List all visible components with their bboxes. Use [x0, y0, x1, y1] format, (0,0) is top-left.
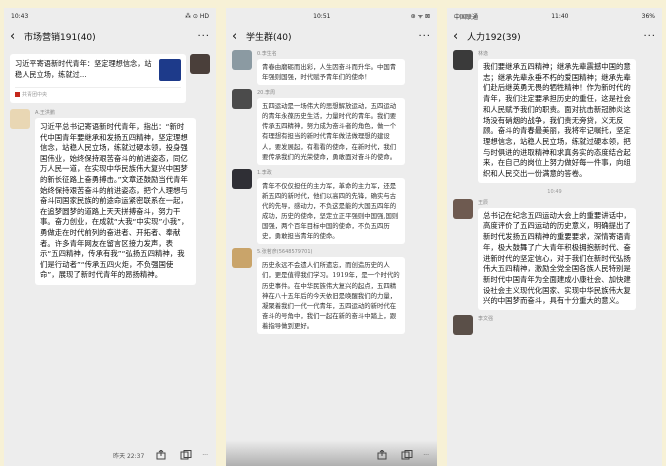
shared-article-card[interactable]: 习近平寄语新时代青年：坚定理想信念，站稳人民立场，练就过... 共青团中央: [10, 54, 186, 103]
chat-window-hr: 中国联通 11:40 36% ‹ 人力192(39) ··· 林逸 我们要继承五…: [447, 8, 662, 466]
status-icons: ⊛ ᯤ ⊠: [410, 13, 430, 20]
status-time: 11:40: [551, 12, 569, 20]
more-actions-icon[interactable]: ···: [202, 452, 208, 459]
message-bubble[interactable]: 青年不仅仅担任的主力军，革命的主力军，还是新五四的新时代，他们以高四的先锋，确实…: [257, 177, 405, 245]
more-actions-icon[interactable]: ···: [423, 452, 429, 459]
avatar[interactable]: [232, 89, 252, 110]
back-arrow-icon[interactable]: ‹: [10, 30, 24, 43]
avatar[interactable]: [232, 168, 252, 189]
sender-name: 20.李周: [257, 90, 275, 97]
avatar[interactable]: [232, 248, 252, 269]
message-bubble[interactable]: 我们要继承五四精神；继承先辈震撼中国的意志；继承先辈永垂不朽的爱国精神；继承先辈…: [478, 59, 636, 183]
avatar[interactable]: [190, 54, 210, 74]
message-bubble[interactable]: 青春由磨砺而出彩，人生因奋斗而升华。中国青年强则国强，时代赋予青年们的使命！: [257, 59, 405, 86]
message-bubble[interactable]: 历史永远不会遗人们所遗忘，而创造历史的人们，更是值得我们学习。1919年，是一个…: [257, 257, 405, 334]
status-time: 10:51: [313, 12, 331, 20]
message-bubble[interactable]: 习近平总书记寄语新时代青年，指出：“新时代中国青年要继承和发扬五四精神，坚定理想…: [35, 118, 196, 285]
copy-icon[interactable]: [401, 450, 413, 460]
avatar[interactable]: [10, 109, 30, 129]
chat-window-students: 10:51 ⊛ ᯤ ⊠ ‹ 学生群(40) ··· 0.李生名 青春由磨砺而出彩…: [226, 8, 437, 466]
sender-name: 0.李生名: [257, 51, 277, 57]
copy-icon[interactable]: [180, 450, 192, 460]
time-divider: 10:49: [547, 188, 562, 195]
status-carrier: 中国联通: [454, 13, 479, 21]
chat-title: 市场营销191(40): [24, 32, 96, 43]
article-thumbnail: [159, 59, 181, 81]
status-bar: 中国联通 11:40 36%: [447, 8, 662, 24]
back-arrow-icon[interactable]: ‹: [453, 30, 467, 43]
back-arrow-icon[interactable]: ‹: [232, 30, 246, 43]
more-options-icon[interactable]: ···: [643, 31, 656, 42]
status-signal: ⁂ ⊙ HD: [185, 12, 209, 20]
bottom-action-bar: ···: [226, 444, 437, 466]
chat-header: ‹ 学生群(40) ···: [226, 24, 437, 48]
message-time: 昨天 22:37: [113, 452, 145, 460]
bottom-action-bar: 昨天 22:37 ···: [4, 444, 216, 466]
chat-title: 人力192(39): [467, 32, 521, 43]
article-source: 共青团中央: [15, 87, 181, 98]
status-battery: 36%: [641, 12, 655, 20]
avatar[interactable]: [453, 198, 473, 219]
share-icon[interactable]: [156, 450, 168, 460]
more-options-icon[interactable]: ···: [418, 31, 431, 42]
source-logo-icon: [15, 92, 20, 97]
avatar[interactable]: [453, 50, 473, 70]
status-bar: 10:51 ⊛ ᯤ ⊠: [226, 8, 437, 24]
article-source-name: 共青团中央: [22, 92, 48, 98]
avatar[interactable]: [453, 315, 473, 336]
sender-name: A.王洪鹏: [35, 110, 55, 116]
article-title: 习近平寄语新时代青年：坚定理想信念，站稳人民立场，练就过...: [15, 59, 152, 79]
status-bar: 10:43 ⁂ ⊙ HD: [4, 8, 216, 24]
share-icon[interactable]: [377, 450, 389, 460]
message-bubble[interactable]: 总书记在纪念五四运动大会上的重要讲话中，高度评价了五四运动的历史意义，明确提出了…: [478, 207, 636, 311]
chat-title: 学生群(40): [246, 32, 292, 43]
more-options-icon[interactable]: ···: [197, 31, 210, 42]
sender-name: 1.李政: [257, 169, 272, 176]
sender-name: 王辰: [478, 199, 489, 206]
sender-name: 林逸: [478, 51, 489, 57]
chat-header: ‹ 市场营销191(40) ···: [4, 24, 216, 48]
sender-name: 李文强: [478, 316, 494, 323]
sender-name: 5.张茗彦(5648579701): [257, 249, 313, 256]
avatar[interactable]: [232, 50, 252, 70]
status-time: 10:43: [11, 12, 29, 20]
message-bubble[interactable]: 五四运动是一场伟大的思想解放运动，五四运动的青年永葆历史生活，力量时代的青年。我…: [257, 98, 405, 165]
chat-window-marketing: 10:43 ⁂ ⊙ HD ‹ 市场营销191(40) ··· 习近平寄语新时代青…: [4, 8, 216, 466]
chat-header: ‹ 人力192(39) ···: [447, 24, 662, 48]
